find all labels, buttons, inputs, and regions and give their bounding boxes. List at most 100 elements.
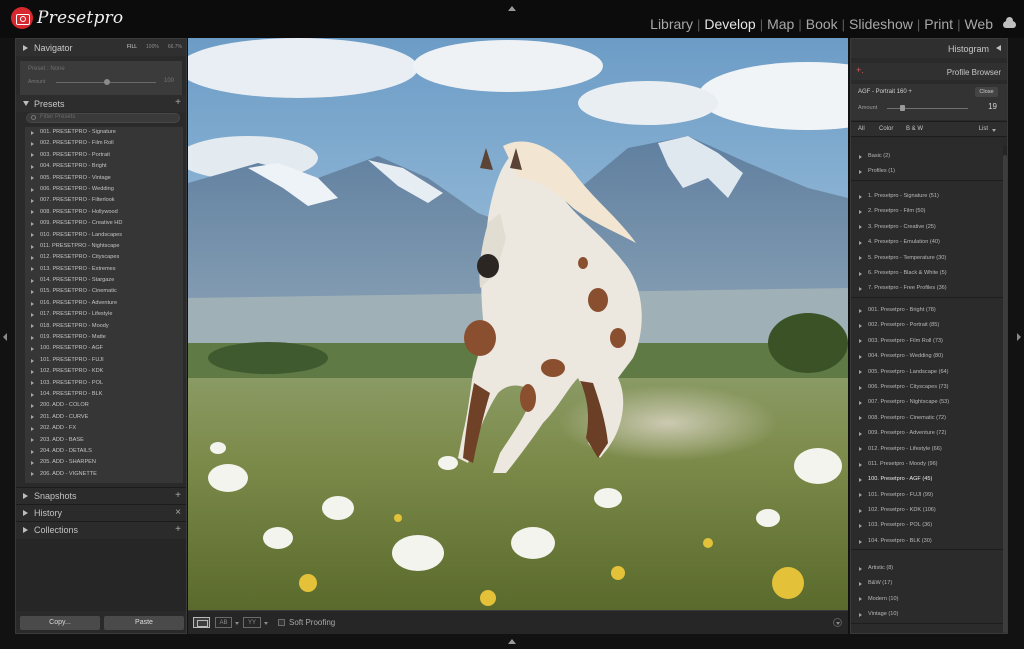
top-panel-toggle-icon[interactable]: [508, 6, 516, 11]
profile-group-item[interactable]: 102. Presetpro - KDK (106): [851, 503, 1003, 518]
preset-folder[interactable]: 202. ADD - FX: [25, 423, 183, 434]
histogram-header[interactable]: Histogram: [851, 39, 1007, 58]
preset-folder[interactable]: 018. PRESETPRO - Moody: [25, 321, 183, 332]
profile-group-item[interactable]: 012. Presetpro - Lifestyle (66): [851, 442, 1003, 457]
profile-group-item[interactable]: 6. Presetpro - Black & White (5): [851, 266, 1003, 281]
module-print[interactable]: Print: [920, 16, 957, 32]
photo-canvas[interactable]: [188, 38, 848, 610]
clear-history-button[interactable]: ×: [175, 507, 181, 518]
navigator-header[interactable]: Navigator FILL 100% 66.7%: [16, 39, 186, 56]
profile-group-item[interactable]: 006. Presetpro - Cityscapes (73): [851, 380, 1003, 395]
soft-proofing-checkbox[interactable]: [278, 619, 285, 626]
before-after-button[interactable]: AB: [215, 617, 232, 628]
preset-folder[interactable]: 019. PRESETPRO - Matte: [25, 332, 183, 343]
profile-group-item[interactable]: 2. Presetpro - Film (50): [851, 204, 1003, 219]
profile-group-item[interactable]: 3. Presetpro - Creative (25): [851, 220, 1003, 235]
preset-folder[interactable]: 014. PRESETPRO - Stargaze: [25, 275, 183, 286]
profile-group-item[interactable]: 101. Presetpro - FUJI (99): [851, 488, 1003, 503]
preset-folder[interactable]: 101. PRESETPRO - FUJI: [25, 355, 183, 366]
filter-bw-tab[interactable]: B & W: [906, 126, 923, 132]
profile-group-item[interactable]: 005. Presetpro - Landscape (64): [851, 365, 1003, 380]
profile-group-item[interactable]: 100. Presetpro - AGF (45): [851, 472, 1003, 487]
profile-group-item[interactable]: 004. Presetpro - Wedding (80): [851, 349, 1003, 364]
preset-folder[interactable]: 002. PRESETPRO - Film Roll: [25, 138, 183, 149]
preset-folder[interactable]: 011. PRESETPRO - Nightscape: [25, 241, 183, 252]
preset-folder[interactable]: 017. PRESETPRO - Lifestyle: [25, 309, 183, 320]
preset-folder[interactable]: 012. PRESETPRO - Cityscapes: [25, 252, 183, 263]
preset-folder[interactable]: 203. ADD - BASE: [25, 435, 183, 446]
preset-folder[interactable]: 100. PRESETPRO - AGF: [25, 343, 183, 354]
profile-group-item[interactable]: 001. Presetpro - Bright (78): [851, 303, 1003, 318]
profile-group-item[interactable]: 007. Presetpro - Nightscape (53): [851, 395, 1003, 410]
preset-folder[interactable]: 103. PRESETPRO - POL: [25, 378, 183, 389]
profile-group-item[interactable]: Modern (10): [851, 592, 1003, 607]
preset-folder[interactable]: 003. PRESETPRO - Portrait: [25, 150, 183, 161]
preset-folder[interactable]: 015. PRESETPRO - Cinematic: [25, 286, 183, 297]
module-slideshow[interactable]: Slideshow: [845, 16, 917, 32]
preset-folder[interactable]: 200. ADD - COLOR: [25, 400, 183, 411]
preset-folder[interactable]: 102. PRESETPRO - KDK: [25, 366, 183, 377]
zoom-option[interactable]: FILL: [127, 44, 137, 50]
toolbar-menu-icon[interactable]: [833, 618, 842, 627]
before-after-split-button[interactable]: YY: [243, 617, 261, 628]
presets-header[interactable]: Presets +: [16, 95, 186, 112]
bottom-panel-toggle-icon[interactable]: [508, 639, 516, 644]
preset-folder[interactable]: 009. PRESETPRO - Creative HD: [25, 218, 183, 229]
view-mode-dropdown[interactable]: List: [979, 126, 988, 132]
profile-group-item[interactable]: 008. Presetpro - Cinematic (72): [851, 411, 1003, 426]
preset-folder[interactable]: 016. PRESETPRO - Adventure: [25, 298, 183, 309]
chevron-down-icon[interactable]: [235, 622, 239, 625]
profile-amount-slider[interactable]: [887, 108, 968, 109]
right-panel-toggle-icon[interactable]: [1017, 333, 1021, 341]
profile-group-item[interactable]: 003. Presetpro - Film Roll (73): [851, 334, 1003, 349]
profile-group-item[interactable]: 104. Presetpro - BLK (30): [851, 534, 1003, 549]
preset-folder[interactable]: 206. ADD - VIGNETTE: [25, 469, 183, 480]
profile-group-item[interactable]: Basic (2): [851, 149, 1003, 164]
preset-folder[interactable]: 006. PRESETPRO - Wedding: [25, 184, 183, 195]
collections-header[interactable]: Collections +: [16, 521, 186, 538]
add-preset-button[interactable]: +: [175, 97, 181, 108]
preset-folder[interactable]: 010. PRESETPRO - Landscapes: [25, 230, 183, 241]
add-profile-button[interactable]: +.: [856, 65, 864, 75]
paste-button[interactable]: Paste: [104, 616, 184, 630]
preset-folder[interactable]: 007. PRESETPRO - Filterlook: [25, 195, 183, 206]
profile-group-item[interactable]: 002. Presetpro - Portrait (85): [851, 318, 1003, 333]
module-library[interactable]: Library: [646, 16, 697, 32]
preset-folder[interactable]: 004. PRESETPRO - Bright: [25, 161, 183, 172]
preset-folder[interactable]: 205. ADD - SHARPEN: [25, 457, 183, 468]
profile-list-scroll-thumb[interactable]: [1003, 155, 1007, 633]
snapshots-header[interactable]: Snapshots +: [16, 487, 186, 504]
profile-group-item[interactable]: 009. Presetpro - Adventure (72): [851, 426, 1003, 441]
profile-group-item[interactable]: 4. Presetpro - Emulation (40): [851, 235, 1003, 250]
profile-group-item[interactable]: 5. Presetpro - Temperature (30): [851, 251, 1003, 266]
cloud-icon[interactable]: [1003, 16, 1016, 28]
profile-group-item[interactable]: 7. Presetpro - Free Profiles (36): [851, 281, 1003, 296]
profile-group-item[interactable]: Vintage (10): [851, 607, 1003, 622]
history-header[interactable]: History ×: [16, 504, 186, 521]
preset-folder[interactable]: 005. PRESETPRO - Vintage: [25, 173, 183, 184]
left-panel-toggle-icon[interactable]: [3, 333, 7, 341]
profile-amount-value[interactable]: 19: [988, 102, 997, 111]
profile-group-item[interactable]: 1. Presetpro - Signature (51): [851, 189, 1003, 204]
zoom-option[interactable]: 100%: [146, 44, 159, 50]
preset-folder[interactable]: 204. ADD - DETAILS: [25, 446, 183, 457]
add-snapshot-button[interactable]: +: [175, 490, 181, 501]
filter-all-tab[interactable]: All: [858, 126, 865, 132]
module-book[interactable]: Book: [802, 16, 842, 32]
preset-folder[interactable]: 201. ADD - CURVE: [25, 412, 183, 423]
loupe-view-button[interactable]: [193, 617, 210, 628]
close-profile-browser-button[interactable]: Close: [975, 87, 998, 97]
preset-folder[interactable]: 013. PRESETPRO - Extremes: [25, 264, 183, 275]
profile-group-item[interactable]: 103. Presetpro - POL (36): [851, 518, 1003, 533]
module-web[interactable]: Web: [960, 16, 997, 32]
module-develop[interactable]: Develop: [700, 16, 759, 32]
profile-amount-handle[interactable]: [900, 105, 906, 111]
copy-button[interactable]: Copy...: [20, 616, 100, 630]
preset-folder[interactable]: 104. PRESETPRO - BLK: [25, 389, 183, 400]
navigator-amount-handle[interactable]: [104, 79, 110, 85]
profile-group-item[interactable]: Artistic (8): [851, 561, 1003, 576]
profile-group-item[interactable]: B&W (17): [851, 576, 1003, 591]
zoom-option[interactable]: 66.7%: [168, 44, 182, 50]
profile-group-item[interactable]: Profiles (1): [851, 164, 1003, 179]
preset-folder[interactable]: 008. PRESETPRO - Hollywood: [25, 207, 183, 218]
